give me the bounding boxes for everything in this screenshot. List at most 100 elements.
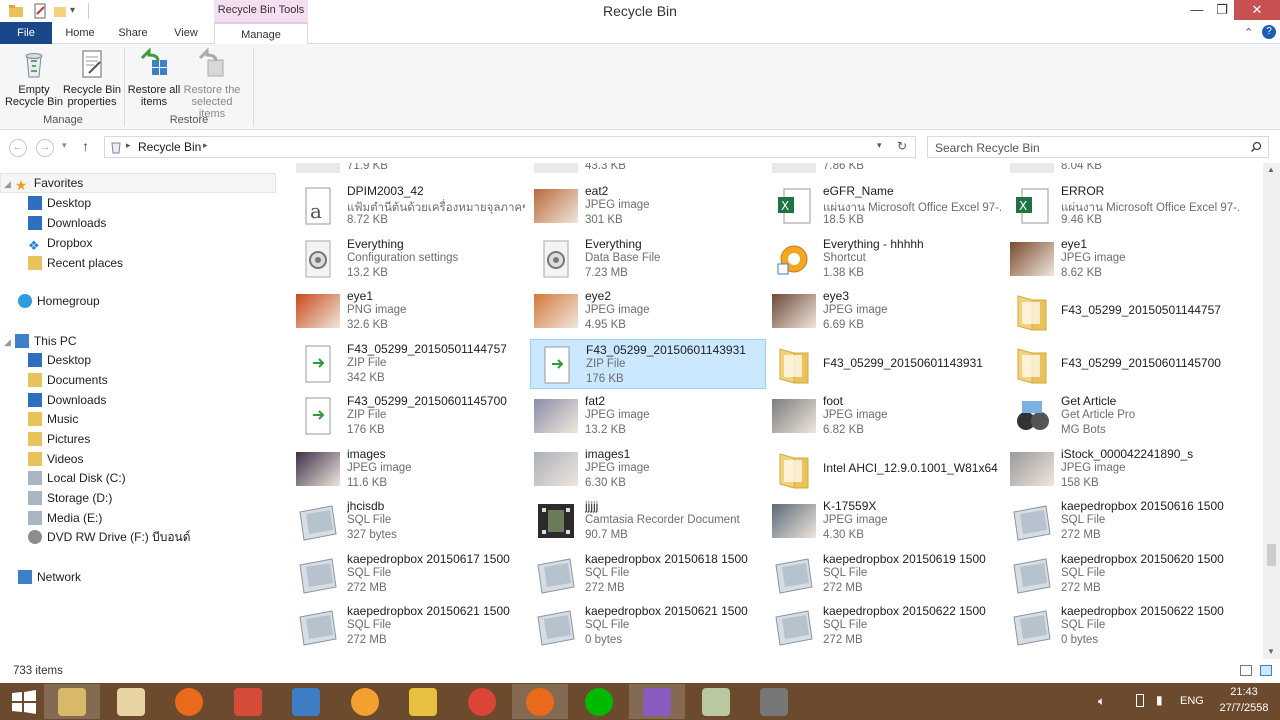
list-item[interactable]: kaepedropbox 20150619 1500 SQL File 272 MB bbox=[768, 549, 1004, 599]
list-item[interactable]: jhcisdb SQL File 327 bytes bbox=[292, 496, 528, 546]
nav-dvd-drive-f[interactable]: DVD RW Drive (F:) บีบอนด์ bbox=[28, 527, 191, 547]
firefox-icon[interactable] bbox=[161, 684, 217, 719]
list-item[interactable]: kaepedropbox 20150621 1500 SQL File 0 byte… bbox=[530, 601, 766, 651]
scroll-up-icon[interactable]: ▲ bbox=[1267, 165, 1275, 174]
address-bar[interactable]: ▸ Recycle Bin ▸ ▾ ↻ bbox=[104, 136, 916, 158]
list-item[interactable]: F43_05299_20150601143931 bbox=[768, 339, 1004, 389]
line-icon[interactable] bbox=[571, 684, 627, 719]
battery-icon[interactable] bbox=[1136, 694, 1144, 707]
orange-app-icon[interactable] bbox=[337, 684, 393, 719]
file-explorer-icon[interactable] bbox=[44, 684, 100, 719]
paint-icon[interactable] bbox=[220, 684, 276, 719]
nav-dropbox[interactable]: ❖ Dropbox bbox=[28, 233, 92, 253]
help-icon[interactable]: ? bbox=[1262, 25, 1276, 39]
collapse-ribbon-icon[interactable]: ⌃ bbox=[1244, 26, 1253, 39]
nav-network[interactable]: Network bbox=[18, 567, 81, 587]
list-item[interactable]: 43.3 KB bbox=[530, 163, 766, 177]
chevron-down-icon[interactable]: ▾ bbox=[877, 140, 882, 151]
volume-icon[interactable]: 🔈︎ bbox=[1098, 694, 1105, 709]
chrome-icon[interactable] bbox=[454, 684, 510, 719]
nav-pc-downloads[interactable]: Downloads bbox=[28, 390, 106, 410]
tab-home[interactable]: Home bbox=[58, 22, 102, 44]
list-item[interactable]: kaepedropbox 20150620 1500 SQL File 272 MB bbox=[1006, 549, 1242, 599]
list-item[interactable]: kaepedropbox 20150617 1500 SQL File 272 MB bbox=[292, 549, 528, 599]
tab-share[interactable]: Share bbox=[110, 22, 156, 44]
nav-music[interactable]: Music bbox=[28, 409, 78, 429]
firefox-icon[interactable] bbox=[512, 684, 568, 719]
start-icon[interactable] bbox=[2, 684, 44, 719]
list-item[interactable]: eye1 PNG image 32.6 KB bbox=[292, 286, 528, 336]
list-item[interactable]: Everything Configuration settings 13.2 KB bbox=[292, 234, 528, 284]
list-item[interactable]: K-17559X JPEG image 4.30 KB bbox=[768, 496, 1004, 546]
vertical-scrollbar[interactable]: ▲ ▼ bbox=[1263, 163, 1280, 659]
list-item[interactable]: fat2 JPEG image 13.2 KB bbox=[530, 391, 766, 441]
nav-pictures[interactable]: Pictures bbox=[28, 429, 90, 449]
minimize-button[interactable]: — bbox=[1184, 0, 1210, 20]
list-item[interactable]: F43_05299_20150501144757 bbox=[1006, 286, 1242, 336]
list-item[interactable]: Everything Data Base File 7.23 MB bbox=[530, 234, 766, 284]
back-button[interactable]: ← bbox=[9, 139, 27, 157]
list-item[interactable]: kaepedropbox 20150622 1500 SQL File 272 MB bbox=[768, 601, 1004, 651]
nav-homegroup[interactable]: Homegroup bbox=[18, 291, 100, 311]
list-item[interactable]: F43_05299_20150601145700 ZIP File 176 KB bbox=[292, 391, 528, 441]
document-icon[interactable] bbox=[688, 684, 744, 719]
nav-documents[interactable]: Documents bbox=[28, 370, 108, 390]
new-folder-icon[interactable] bbox=[52, 3, 68, 19]
list-item[interactable]: kaepedropbox 20150621 1500 SQL File 272 MB bbox=[292, 601, 528, 651]
search-icon[interactable] bbox=[1250, 141, 1262, 153]
file-list[interactable]: 71.9 KB 43.3 KB 7.86 KB 8.04 KB a DPIM2003_42… bbox=[290, 163, 1262, 659]
chevron-right-icon[interactable]: ▸ bbox=[126, 140, 131, 151]
search-input[interactable]: Search Recycle Bin bbox=[927, 136, 1269, 158]
up-button[interactable]: ↑ bbox=[82, 138, 89, 154]
scroll-down-icon[interactable]: ▼ bbox=[1267, 647, 1275, 656]
sketch-app-icon[interactable] bbox=[395, 684, 451, 719]
refresh-icon[interactable]: ↻ bbox=[897, 139, 907, 153]
clock-date[interactable]: 27/7/2558 bbox=[1212, 702, 1276, 714]
list-item[interactable]: Everything - hhhhh Shortcut 1.38 KB bbox=[768, 234, 1004, 284]
breadcrumb-recycle-bin[interactable]: Recycle Bin bbox=[138, 140, 201, 154]
restore-all-items-button[interactable]: Restore all items bbox=[126, 48, 182, 108]
list-item[interactable]: 8.04 KB bbox=[1006, 163, 1242, 177]
tab-view[interactable]: View bbox=[164, 22, 208, 44]
list-item[interactable]: 71.9 KB bbox=[292, 163, 528, 177]
list-item[interactable]: kaepedropbox 20150616 1500 SQL File 272 MB bbox=[1006, 496, 1242, 546]
list-item[interactable]: eye1 JPEG image 8.62 KB bbox=[1006, 234, 1242, 284]
nav-local-disk-c[interactable]: Local Disk (C:) bbox=[28, 468, 126, 488]
scrollbar-thumb[interactable] bbox=[1267, 544, 1276, 566]
nav-downloads[interactable]: Downloads bbox=[28, 213, 106, 233]
list-item[interactable]: kaepedropbox 20150622 1500 SQL File 0 byte… bbox=[1006, 601, 1242, 651]
list-item[interactable]: foot JPEG image 6.82 KB bbox=[768, 391, 1004, 441]
list-item[interactable]: kaepedropbox 20150618 1500 SQL File 272 MB bbox=[530, 549, 766, 599]
nav-favorites[interactable]: ◢ ★ Favorites bbox=[4, 173, 83, 193]
list-item[interactable]: eye3 JPEG image 6.69 KB bbox=[768, 286, 1004, 336]
list-item[interactable]: 7.86 KB bbox=[768, 163, 1004, 177]
details-view-icon[interactable] bbox=[1240, 665, 1252, 676]
chevron-right-icon[interactable]: ▸ bbox=[203, 140, 208, 151]
restore-selected-items-button[interactable]: Restore the selected items bbox=[178, 48, 246, 120]
editor-icon[interactable] bbox=[629, 684, 685, 719]
selected-list-item[interactable]: F43_05299_20150601143931 ZIP File 176 KB bbox=[530, 338, 766, 389]
network-status-icon[interactable]: ▮ bbox=[1156, 693, 1163, 707]
nav-pc-desktop[interactable]: Desktop bbox=[28, 350, 91, 370]
nav-this-pc[interactable]: ◢ This PC bbox=[4, 331, 77, 351]
nav-desktop[interactable]: Desktop bbox=[28, 193, 91, 213]
list-item[interactable]: jjjjj Camtasia Recorder Document 90.7 MB bbox=[530, 496, 766, 546]
list-item[interactable]: images JPEG image 11.6 KB bbox=[292, 444, 528, 494]
close-button[interactable]: ✕ bbox=[1234, 0, 1280, 20]
tab-manage[interactable]: Manage bbox=[214, 22, 308, 44]
list-item[interactable]: XeGFR_Name แผ่นงาน Microsoft Office Excel… bbox=[768, 181, 1004, 231]
nav-recent-places[interactable]: Recent places bbox=[28, 253, 123, 273]
list-item[interactable]: F43_05299_20150501144757 ZIP File 342 KB bbox=[292, 339, 528, 389]
language-indicator[interactable]: ENG bbox=[1180, 695, 1204, 707]
empty-recycle-bin-button[interactable]: Empty Recycle Bin bbox=[4, 48, 64, 108]
list-item[interactable]: X ERROR แผ่นงาน Microsoft Office Excel 97-… bbox=[1006, 181, 1242, 231]
customize-qat-icon[interactable]: ▾ bbox=[70, 3, 86, 19]
app-icon[interactable] bbox=[278, 684, 334, 719]
nav-media-e[interactable]: Media (E:) bbox=[28, 508, 102, 528]
folder-icon[interactable] bbox=[8, 3, 24, 19]
list-item[interactable]: Get Article Get Article Pro MG Bots bbox=[1006, 391, 1242, 441]
list-item[interactable]: a DPIM2003_42 แฟ้มตำนีต้นด้วยเครื่องหมายจุ… bbox=[292, 181, 528, 231]
large-icons-view-icon[interactable] bbox=[1260, 665, 1272, 676]
tab-file[interactable]: File bbox=[0, 22, 52, 44]
list-item[interactable]: images1 JPEG image 6.30 KB bbox=[530, 444, 766, 494]
